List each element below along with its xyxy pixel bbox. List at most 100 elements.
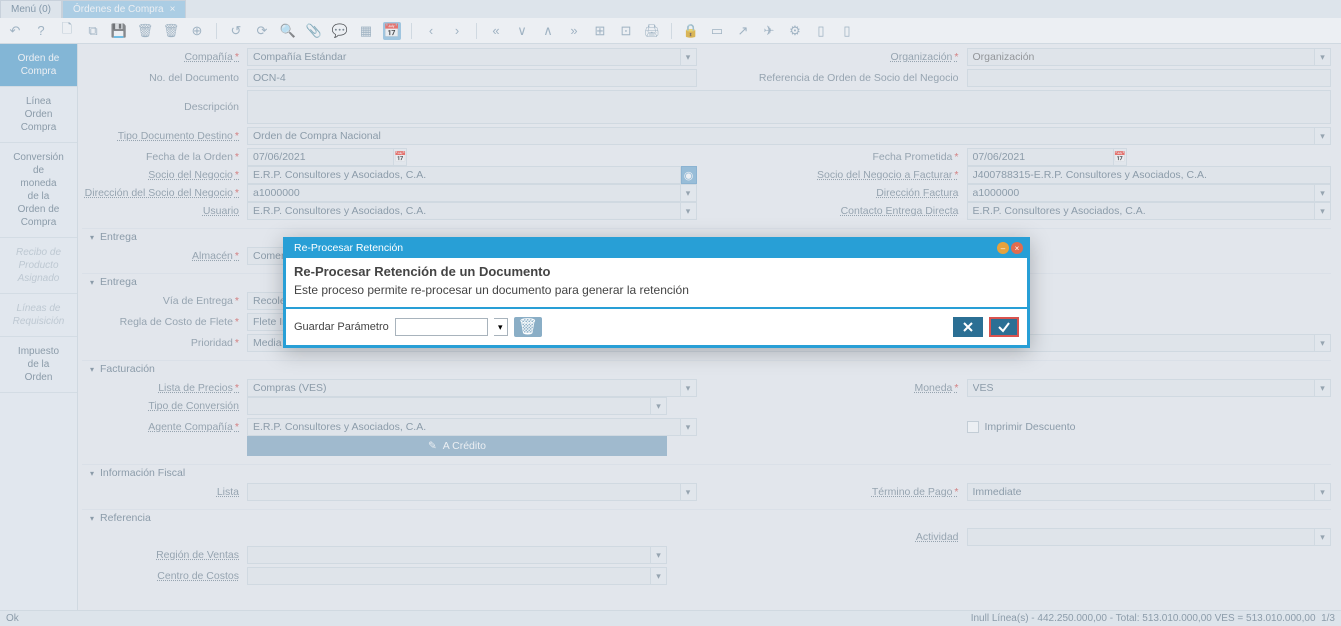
attach-icon[interactable]: 📎 [305,22,323,40]
dropdown-icon[interactable]: ▾ [1315,483,1331,501]
field-contacto[interactable] [967,202,1316,220]
new-doc-icon[interactable]: 🗋 [58,22,76,40]
first-icon[interactable]: « [487,22,505,40]
field-no-documento[interactable] [247,69,697,87]
grid-icon[interactable]: ▦ [357,22,375,40]
dropdown-icon[interactable]: ▾ [1315,48,1331,66]
section-referencia[interactable]: ▾Referencia [82,509,1331,528]
refresh-icon[interactable]: ⟳ [253,22,271,40]
workflow-icon[interactable]: ↗ [734,22,752,40]
field-agente[interactable] [247,418,681,436]
field-dir-socio[interactable] [247,184,681,202]
dropdown-icon[interactable]: ▾ [681,202,697,220]
undo-icon[interactable]: ↺ [227,22,245,40]
minimize-icon[interactable]: – [997,242,1009,254]
calendar-icon[interactable]: 📅 [1114,148,1127,166]
chat-icon[interactable]: 💬 [331,22,349,40]
back-arrow-icon[interactable]: ↶ [6,22,24,40]
close-icon[interactable]: × [170,4,176,15]
save-icon[interactable]: 💾 [110,22,128,40]
archive-icon[interactable]: ⊡ [617,22,635,40]
field-socio[interactable] [247,166,681,184]
calendar-icon[interactable]: 📅 [383,22,401,40]
field-tipo-conv[interactable] [247,397,651,415]
dialog-titlebar[interactable]: Re-Procesar Retención – × [286,240,1027,258]
report-icon[interactable]: ⊞ [591,22,609,40]
dropdown-icon[interactable]: ▾ [651,567,667,585]
section-fiscal[interactable]: ▾Información Fiscal [82,464,1331,483]
tab-ordenes-compra[interactable]: Órdenes de Compra × [62,0,186,18]
dropdown-icon[interactable]: ▾ [1315,184,1331,202]
field-dir-fact[interactable] [967,184,1316,202]
field-moneda[interactable] [967,379,1316,397]
dropdown-icon[interactable]: ▾ [1315,202,1331,220]
sidebar-item-orden-compra[interactable]: Orden de Compra [0,44,77,87]
search-icon[interactable]: 🔍 [279,22,297,40]
info1-icon[interactable]: ▯ [812,22,830,40]
dropdown-icon[interactable]: ▾ [494,318,508,336]
label-termino[interactable]: Término de Pago [717,486,967,498]
dropdown-icon[interactable]: ▾ [681,483,697,501]
label-contacto[interactable]: Contacto Entrega Directa [717,205,967,217]
dropdown-icon[interactable]: ▾ [1315,379,1331,397]
label-dir-fact[interactable]: Dirección Factura [717,187,967,199]
dropdown-icon[interactable]: ▾ [651,397,667,415]
field-centro[interactable] [247,567,651,585]
label-centro[interactable]: Centro de Costos [82,570,247,582]
field-fecha-orden[interactable] [247,148,394,166]
down-icon[interactable]: ∨ [513,22,531,40]
field-fecha-prometida[interactable] [967,148,1114,166]
tab-menu[interactable]: Menú (0) [0,0,62,18]
cancel-button[interactable] [953,317,983,337]
guardar-parametro-combo[interactable] [395,318,488,336]
dropdown-icon[interactable]: ▾ [1315,528,1331,546]
info2-icon[interactable]: ▯ [838,22,856,40]
field-lista-precios[interactable] [247,379,681,397]
dropdown-icon[interactable]: ▾ [1315,334,1331,352]
gear-icon[interactable]: ⚙ [786,22,804,40]
send-icon[interactable]: ✈ [760,22,778,40]
sidebar-item-impuesto[interactable]: Impuesto de la Orden [0,337,77,393]
field-termino[interactable] [967,483,1316,501]
label-dir-socio[interactable]: Dirección del Socio del Negocio [82,187,247,199]
lock-icon[interactable]: 🔒 [682,22,700,40]
field-tipo-doc[interactable] [247,127,1315,145]
last-icon[interactable]: » [565,22,583,40]
field-socio-fact[interactable] [967,166,1332,184]
dropdown-icon[interactable]: ▾ [681,418,697,436]
close-dialog-icon[interactable]: × [1011,242,1023,254]
dropdown-icon[interactable]: ▾ [1315,127,1331,145]
label-moneda[interactable]: Moneda [717,382,967,394]
field-organizacion[interactable] [967,48,1316,66]
trash-button[interactable]: 🗑 [514,317,542,337]
a-credito-button[interactable]: ✎A Crédito [247,436,667,456]
next-icon[interactable]: › [448,22,466,40]
field-region[interactable] [247,546,651,564]
zoom-icon[interactable]: ▭ [708,22,726,40]
copy-icon[interactable]: ⧉ [84,22,102,40]
field-lista[interactable] [247,483,681,501]
label-lista-precios[interactable]: Lista de Precios [82,382,247,394]
sidebar-item-linea-orden[interactable]: Línea Orden Compra [0,87,77,143]
prev-icon[interactable]: ‹ [422,22,440,40]
print-icon[interactable]: 🖨 [643,22,661,40]
socio-lookup-icon[interactable]: ◉ [681,166,697,184]
label-lista[interactable]: Lista [82,486,247,498]
field-actividad[interactable] [967,528,1316,546]
dropdown-icon[interactable]: ▾ [681,379,697,397]
field-descripcion[interactable] [247,90,1331,124]
label-region[interactable]: Región de Ventas [82,549,247,561]
label-tipo-conv[interactable]: Tipo de Conversión [82,400,247,412]
sidebar-item-conversion[interactable]: Conversión de moneda de la Orden de Comp… [0,143,77,238]
dropdown-icon[interactable]: ▾ [681,184,697,202]
label-tipo-doc[interactable]: Tipo Documento Destino [82,130,247,142]
dropdown-icon[interactable]: ▾ [651,546,667,564]
checkbox-imprimir[interactable] [967,421,979,433]
target-icon[interactable]: ⊕ [188,22,206,40]
section-facturacion[interactable]: ▾Facturación [82,360,1331,379]
field-usuario[interactable] [247,202,681,220]
label-compania[interactable]: Compañía [82,51,247,63]
dropdown-icon[interactable]: ▾ [681,48,697,66]
label-almacen[interactable]: Almacén [82,250,247,262]
label-actividad[interactable]: Actividad [717,531,967,543]
